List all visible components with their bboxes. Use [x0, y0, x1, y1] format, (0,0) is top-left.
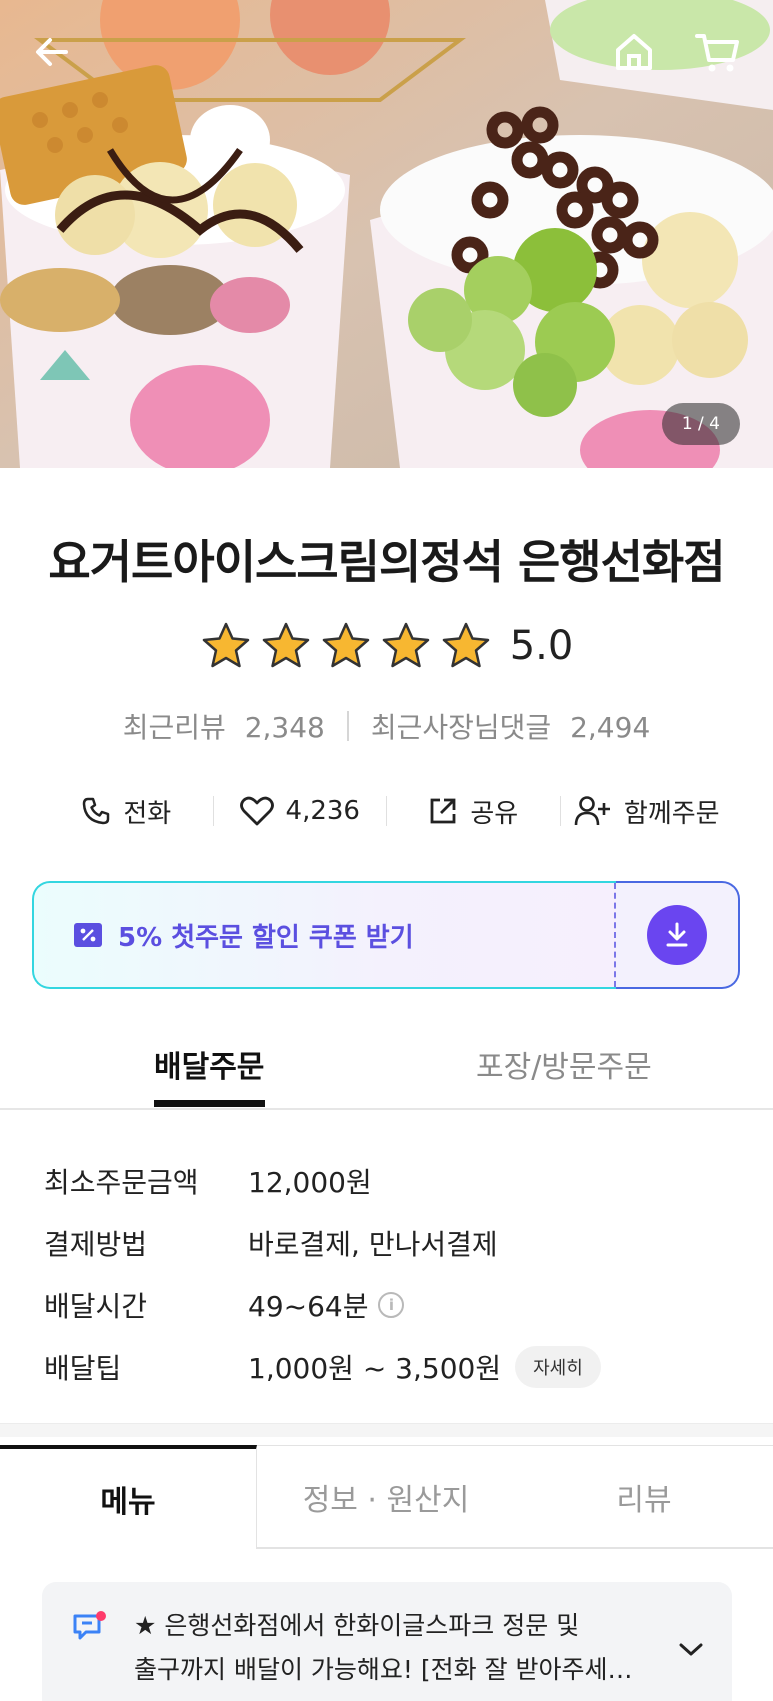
- owner-replies-link[interactable]: 최근사장님댓글 2,494: [371, 706, 650, 746]
- call-label: 전화: [123, 798, 172, 829]
- notice-megaphone-icon: [73, 1611, 106, 1640]
- delivery-time-value: 49~64분: [248, 1290, 369, 1323]
- tab-review[interactable]: 리뷰: [515, 1445, 773, 1549]
- info-row-min-order: 최소주문금액 12,000원: [44, 1150, 601, 1212]
- discount-coupon-icon: [74, 923, 102, 947]
- phone-icon: [83, 797, 110, 825]
- star-icon: [262, 622, 309, 668]
- share-label: 공유: [470, 798, 519, 829]
- notice-line-2: 출구까지 배달이 가능해요! [전화 잘 받아주세…: [134, 1655, 633, 1684]
- delivery-time-value-wrap: 49~64분 i: [248, 1285, 405, 1325]
- min-order-value: 12,000원: [248, 1166, 372, 1199]
- heart-icon: [239, 796, 274, 826]
- chevron-down-icon[interactable]: [678, 1642, 704, 1658]
- payment-value: 바로결제, 만나서결제: [248, 1228, 498, 1261]
- info-row-payment: 결제방법 바로결제, 만나서결제: [44, 1212, 601, 1274]
- divider: [346, 711, 349, 741]
- star-icon: [322, 622, 369, 668]
- arrow-left-icon: [36, 38, 68, 66]
- tab-menu[interactable]: 메뉴: [0, 1445, 257, 1549]
- tab-pickup[interactable]: 포장/방문주문: [476, 1042, 652, 1086]
- download-icon: [666, 922, 688, 947]
- store-name: 요거트아이스크림의정석 은행선화점: [48, 535, 725, 589]
- coupon-label: 5% 첫주문 할인 쿠폰 받기: [118, 922, 414, 953]
- recent-reviews-link[interactable]: 최근리뷰 2,348: [123, 706, 325, 746]
- like-count: 4,236: [285, 796, 360, 826]
- recent-reviews-count: 2,348: [244, 711, 325, 744]
- store-photo[interactable]: 1 / 4: [0, 0, 773, 468]
- home-icon: [616, 34, 652, 70]
- rating-row: 5.0: [0, 620, 773, 672]
- call-button[interactable]: 전화: [40, 793, 213, 830]
- coupon-main[interactable]: 5% 첫주문 할인 쿠폰 받기: [32, 881, 616, 989]
- order-type-tabs: 배달주문 포장/방문주문: [0, 1030, 773, 1110]
- delivery-tip-detail-button[interactable]: 자세히: [515, 1346, 601, 1388]
- photo-page-counter: 1 / 4: [661, 403, 740, 445]
- payment-key: 결제방법: [44, 1228, 148, 1261]
- star-icon: [442, 622, 489, 668]
- share-icon: [430, 798, 456, 824]
- home-button[interactable]: [606, 24, 662, 80]
- star-icon: [382, 622, 429, 668]
- delivery-tip-key: 배달팁: [44, 1352, 122, 1385]
- store-actions: 전화 4,236 공유 함께주문: [40, 786, 733, 836]
- delivery-info: 최소주문금액 12,000원 결제방법 바로결제, 만나서결제 배달시간 49~…: [44, 1150, 601, 1398]
- like-button[interactable]: 4,236: [214, 796, 387, 826]
- tab-delivery[interactable]: 배달주문: [154, 1042, 264, 1086]
- info-row-delivery-time: 배달시간 49~64분 i: [44, 1274, 601, 1336]
- coupon-download-button[interactable]: [616, 881, 740, 989]
- info-icon[interactable]: i: [378, 1292, 405, 1318]
- cart-icon: [695, 34, 739, 72]
- rating-value: 5.0: [509, 623, 574, 669]
- owner-replies-count: 2,494: [570, 711, 651, 744]
- star-icon: [202, 622, 249, 668]
- tab-info-origin[interactable]: 정보 · 원산지: [257, 1445, 515, 1549]
- info-row-delivery-tip: 배달팁 1,000원 ~ 3,500원 자세히: [44, 1336, 601, 1398]
- back-button[interactable]: [24, 24, 80, 80]
- delivery-tip-value-wrap: 1,000원 ~ 3,500원 자세히: [248, 1346, 601, 1388]
- delivery-tip-value: 1,000원 ~ 3,500원: [248, 1352, 502, 1385]
- content-tabs: 메뉴 정보 · 원산지 리뷰: [0, 1445, 773, 1549]
- share-button[interactable]: 공유: [387, 793, 560, 830]
- notice-line-1: ★ 은행선화점에서 한화이글스파크 정문 및: [134, 1611, 580, 1640]
- delivery-time-key: 배달시간: [44, 1290, 148, 1323]
- active-tab-indicator: [154, 1100, 265, 1107]
- group-order-button[interactable]: 함께주문: [561, 793, 734, 830]
- recent-reviews-label: 최근리뷰: [122, 711, 226, 744]
- section-divider: [0, 1423, 773, 1437]
- coupon-banner[interactable]: 5% 첫주문 할인 쿠폰 받기: [32, 881, 740, 989]
- cart-button[interactable]: [690, 24, 746, 80]
- group-order-label: 함께주문: [623, 798, 720, 829]
- review-summary: 최근리뷰 2,348 최근사장님댓글 2,494: [0, 706, 773, 746]
- owner-replies-label: 최근사장님댓글: [370, 711, 552, 744]
- min-order-key: 최소주문금액: [44, 1166, 199, 1199]
- store-notice[interactable]: ★ 은행선화점에서 한화이글스파크 정문 및 출구까지 배달이 가능해요! [전…: [42, 1582, 732, 1701]
- add-person-icon: [574, 796, 610, 826]
- download-button-circle: [647, 905, 707, 965]
- notice-text: ★ 은행선화점에서 한화이글스파크 정문 및 출구까지 배달이 가능해요! [전…: [134, 1604, 674, 1692]
